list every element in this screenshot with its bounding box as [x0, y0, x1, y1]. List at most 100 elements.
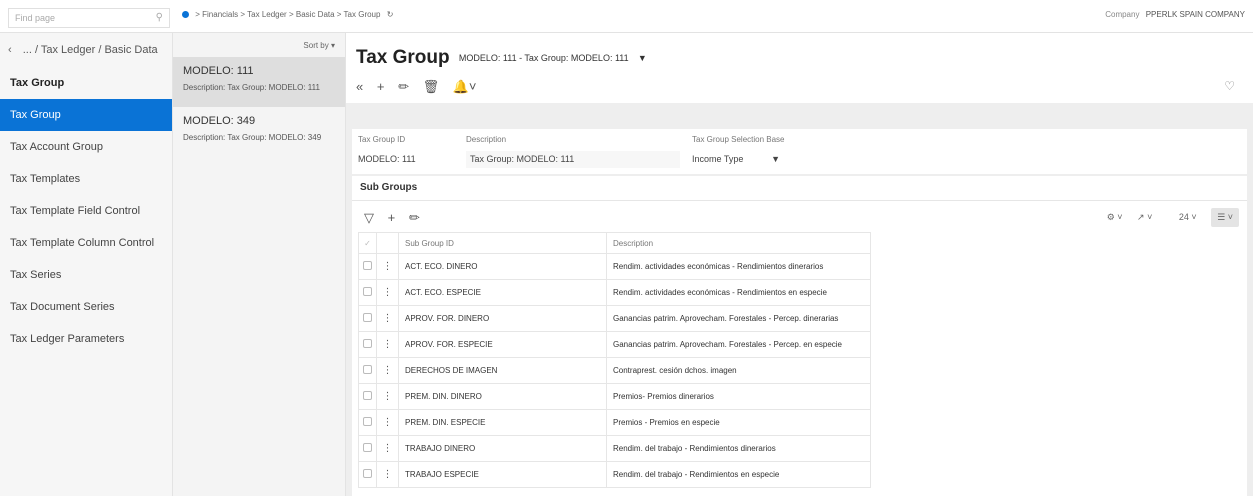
row-menu-icon[interactable]: ⋮	[376, 409, 399, 436]
row-checkbox[interactable]	[358, 253, 377, 280]
sort-by-label: Sort by	[303, 41, 329, 50]
sidebar-item-tax-document-series[interactable]: Tax Document Series	[0, 291, 172, 323]
table-row[interactable]: ⋮ PREM. DIN. ESPECIE Premios - Premios e…	[358, 409, 871, 436]
sub-group-id-cell: APROV. FOR. DINERO	[398, 305, 607, 332]
description-field[interactable]: Tax Group: MODELO: 111	[466, 151, 680, 168]
selection-base-value: Income Type	[692, 154, 744, 164]
company-label: Company	[1105, 10, 1140, 19]
sort-by-button[interactable]: Sort by ▾	[173, 33, 345, 57]
home-dot-icon[interactable]	[182, 11, 189, 19]
sidebar-item-tax-account-group[interactable]: Tax Account Group	[0, 131, 172, 163]
record-item[interactable]: MODELO: 111 Description: Tax Group: MODE…	[173, 57, 345, 107]
favorite-heart-icon[interactable]: ♡	[1224, 79, 1235, 93]
breadcrumb-item[interactable]: Tax Group	[344, 10, 381, 19]
row-menu-icon[interactable]: ⋮	[376, 305, 399, 332]
record-description: Description: Tax Group: MODELO: 349	[183, 133, 322, 142]
row-menu-icon[interactable]: ⋮	[376, 253, 399, 280]
sub-group-id-cell: DERECHOS DE IMAGEN	[398, 357, 607, 384]
table-row[interactable]: ⋮ DERECHOS DE IMAGEN Contraprest. cesión…	[358, 357, 871, 384]
row-checkbox[interactable]	[358, 357, 377, 384]
sidebar-item-tax-template-field-control[interactable]: Tax Template Field Control	[0, 195, 172, 227]
sidebar-item-tax-templates[interactable]: Tax Templates	[0, 163, 172, 195]
notification-icon[interactable]: 🔔˅	[453, 79, 477, 95]
breadcrumb-item[interactable]: Tax Ledger	[247, 10, 287, 19]
table-row[interactable]: ⋮ PREM. DIN. DINERO Premios- Premios din…	[358, 383, 871, 410]
tax-group-id-field[interactable]: MODELO: 111	[358, 151, 416, 168]
grid-options: ⚙ ˅ ↗ ˅ 24 ˅ ☰ ˅	[1095, 208, 1239, 227]
top-bar: Find page ⚲ > Financials > Tax Ledger > …	[0, 0, 1253, 33]
row-menu-icon[interactable]: ⋮	[376, 383, 399, 410]
company-selector[interactable]: Company PPERLK SPAIN COMPANY	[1105, 10, 1245, 19]
selection-base-select[interactable]: Income Type ▼	[692, 151, 784, 168]
settings-gear-icon[interactable]: ⚙ ˅	[1107, 212, 1123, 222]
caret-down-icon: ▼	[771, 154, 780, 164]
edit-row-icon[interactable]: ✏	[409, 210, 420, 225]
row-menu-icon[interactable]: ⋮	[376, 357, 399, 384]
table-row[interactable]: ⋮ APROV. FOR. ESPECIE Ganancias patrim. …	[358, 331, 871, 358]
breadcrumb-item[interactable]: Financials	[202, 10, 238, 19]
row-checkbox[interactable]	[358, 305, 377, 332]
description-cell: Rendim. actividades económicas - Rendimi…	[606, 253, 871, 280]
search-icon[interactable]: ⚲	[156, 12, 163, 23]
description-cell: Premios- Premios dinerarios	[606, 383, 871, 410]
nav-back-link[interactable]: ‹ ... / Tax Ledger / Basic Data	[0, 33, 172, 67]
chevron-left-icon: ‹	[8, 44, 12, 56]
page-header: Tax Group MODELO: 111 - Tax Group: MODEL…	[346, 33, 1253, 103]
record-title: MODELO: 349	[183, 115, 256, 127]
table-row[interactable]: ⋮ ACT. ECO. DINERO Rendim. actividades e…	[358, 253, 871, 280]
row-checkbox[interactable]	[358, 435, 377, 462]
sidebar-item-tax-ledger-parameters[interactable]: Tax Ledger Parameters	[0, 323, 172, 355]
column-header-sub-group-id[interactable]: Sub Group ID	[398, 232, 607, 254]
sub-groups-section: Sub Groups ▽ + ✏ ⚙ ˅ ↗ ˅ 24 ˅ ☰ ˅ ✓ Sub …	[352, 176, 1247, 496]
row-checkbox[interactable]	[358, 383, 377, 410]
delete-icon[interactable]: 🗑	[423, 79, 440, 95]
row-checkbox[interactable]	[358, 331, 377, 358]
row-checkbox[interactable]	[358, 279, 377, 306]
table-row[interactable]: ⋮ TRABAJO DINERO Rendim. del trabajo - R…	[358, 435, 871, 462]
sidebar-header: Tax Group	[10, 77, 65, 89]
row-checkbox[interactable]	[358, 461, 377, 488]
row-menu-icon[interactable]: ⋮	[376, 435, 399, 462]
row-menu-icon[interactable]: ⋮	[376, 331, 399, 358]
collapse-list-icon[interactable]: «	[356, 79, 363, 94]
description-cell: Rendim. actividades económicas - Rendimi…	[606, 279, 871, 306]
table-row[interactable]: ⋮ APROV. FOR. DINERO Ganancias patrim. A…	[358, 305, 871, 332]
breadcrumb-item[interactable]: Basic Data	[296, 10, 335, 19]
row-menu-icon[interactable]: ⋮	[376, 279, 399, 306]
export-icon[interactable]: ↗ ˅	[1137, 212, 1152, 222]
table-row[interactable]: ⋮ ACT. ECO. ESPECIE Rendim. actividades …	[358, 279, 871, 306]
sub-group-id-cell: ACT. ECO. ESPECIE	[398, 279, 607, 306]
record-title: MODELO: 111	[183, 65, 254, 77]
main-content: Tax Group MODELO: 111 - Tax Group: MODEL…	[346, 33, 1253, 496]
row-menu-icon[interactable]: ⋮	[376, 461, 399, 488]
check-icon: ✓	[364, 238, 371, 248]
sidebar-item-tax-template-column-control[interactable]: Tax Template Column Control	[0, 227, 172, 259]
page-title: Tax Group MODELO: 111 - Tax Group: MODEL…	[356, 47, 647, 68]
column-header-description[interactable]: Description	[606, 232, 871, 254]
description-cell: Rendim. del trabajo - Rendimientos diner…	[606, 435, 871, 462]
view-mode-button[interactable]: ☰ ˅	[1211, 208, 1239, 227]
grid-toolbar: ▽ + ✏	[364, 210, 430, 226]
record-item[interactable]: MODELO: 349 Description: Tax Group: MODE…	[173, 107, 345, 157]
edit-icon[interactable]: ✏	[398, 79, 409, 95]
refresh-icon[interactable]: ↻	[387, 10, 394, 19]
sub-groups-table: ✓ Sub Group ID Description ⋮ ACT. ECO. D…	[358, 232, 871, 488]
filter-icon[interactable]: ▽	[364, 210, 374, 225]
page-size-select[interactable]: 24 ˅	[1167, 212, 1197, 222]
sub-groups-title: Sub Groups	[360, 182, 418, 193]
sidebar-item-tax-group[interactable]: Tax Group	[0, 99, 172, 131]
record-list: Sort by ▾ MODELO: 111 Description: Tax G…	[173, 33, 346, 496]
sidebar-item-tax-series[interactable]: Tax Series	[0, 259, 172, 291]
add-icon[interactable]: +	[377, 79, 385, 94]
find-page-placeholder: Find page	[15, 13, 56, 23]
record-selector-caret-icon[interactable]: ▼	[638, 53, 647, 63]
table-row[interactable]: ⋮ TRABAJO ESPECIE Rendim. del trabajo - …	[358, 461, 871, 488]
find-page-input[interactable]: Find page ⚲	[8, 8, 170, 28]
sub-group-id-cell: APROV. FOR. ESPECIE	[398, 331, 607, 358]
tax-group-form: Tax Group ID MODELO: 111 Description Tax…	[352, 129, 1247, 174]
add-row-icon[interactable]: +	[388, 210, 396, 225]
select-all-checkbox[interactable]: ✓	[358, 232, 377, 254]
sub-group-id-cell: ACT. ECO. DINERO	[398, 253, 607, 280]
row-checkbox[interactable]	[358, 409, 377, 436]
description-cell: Premios - Premios en especie	[606, 409, 871, 436]
